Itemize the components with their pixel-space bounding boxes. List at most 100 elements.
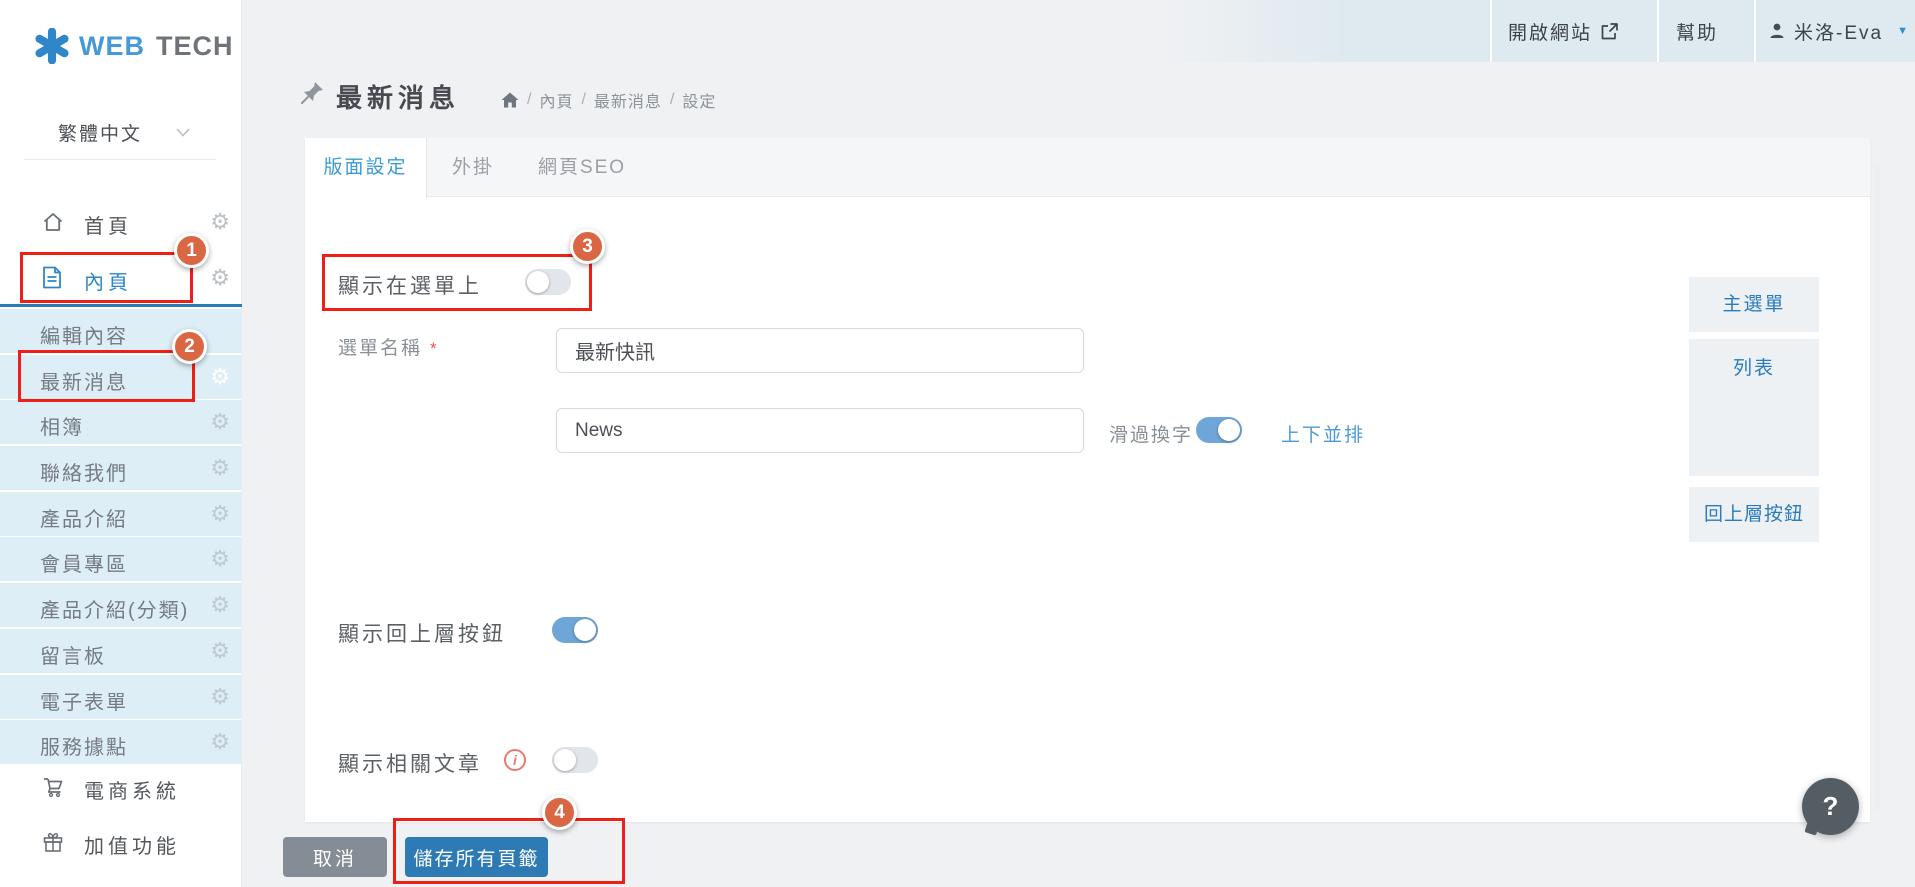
- header-divider: [1657, 0, 1659, 62]
- breadcrumb-separator: /: [581, 91, 585, 109]
- language-value: 繁體中文: [58, 119, 142, 146]
- show-related-articles-label: 顯示相關文章: [338, 748, 482, 778]
- sidebar-subitem-message-board[interactable]: 留言板 ⚙: [0, 629, 242, 673]
- pin-icon: [300, 80, 325, 106]
- preview-back-button[interactable]: 回上層按鈕: [1689, 487, 1819, 542]
- sidebar-item-label: 內頁: [84, 266, 132, 295]
- subitem-label: 服務據點: [40, 731, 128, 760]
- subitem-label: 產品介紹: [40, 503, 128, 532]
- gear-icon[interactable]: ⚙: [210, 503, 230, 525]
- sidebar-subitem-edit-content[interactable]: 編輯內容: [0, 309, 242, 353]
- document-icon: [42, 266, 62, 289]
- subitem-label: 產品介紹(分類): [40, 594, 189, 623]
- breadcrumb-item-inner-pages[interactable]: 內頁: [539, 88, 573, 112]
- sidebar-item-inner-pages[interactable]: 內頁 ⚙: [0, 252, 242, 303]
- subitem-label: 會員專區: [40, 548, 128, 577]
- admin-app: WEB TECH 繁體中文 首頁 ⚙ 內頁 ⚙: [0, 0, 1915, 887]
- subitem-label: 電子表單: [40, 686, 128, 715]
- subitem-label: 聯絡我們: [40, 457, 128, 486]
- sidebar-subitem-product-categories[interactable]: 產品介紹(分類) ⚙: [0, 583, 242, 627]
- sidebar-subitem-members[interactable]: 會員專區 ⚙: [0, 537, 242, 581]
- breadcrumb-item-settings: 設定: [682, 88, 716, 112]
- hover-swap-toggle[interactable]: [1196, 417, 1242, 443]
- user-icon: [1768, 22, 1786, 40]
- sidebar-subitem-products[interactable]: 產品介紹 ⚙: [0, 492, 242, 536]
- preview-list-button[interactable]: 列表: [1689, 339, 1819, 476]
- gift-icon: [42, 831, 64, 853]
- sidebar-subitem-service-locations[interactable]: 服務據點 ⚙: [0, 720, 242, 764]
- gear-icon[interactable]: ⚙: [210, 548, 230, 570]
- user-name: 米洛-Eva: [1794, 18, 1883, 45]
- sidebar-item-ecommerce[interactable]: 電商系統: [0, 763, 242, 811]
- gear-icon[interactable]: ⚙: [210, 411, 230, 433]
- brand-logo: WEB TECH: [34, 28, 234, 64]
- menu-name-input[interactable]: [556, 328, 1084, 373]
- sidebar-item-addons[interactable]: 加值功能: [0, 818, 242, 866]
- sidebar-item-home[interactable]: 首頁 ⚙: [0, 198, 242, 246]
- active-section-underline: [0, 304, 242, 307]
- show-related-articles-toggle[interactable]: [552, 747, 598, 773]
- gear-icon[interactable]: ⚙: [210, 211, 230, 233]
- caret-down-icon: ▼: [1897, 25, 1908, 37]
- user-menu[interactable]: 米洛-Eva ▼: [1768, 0, 1908, 62]
- info-icon[interactable]: i: [504, 749, 526, 771]
- gear-icon[interactable]: ⚙: [210, 686, 230, 708]
- sidebar-subitem-album[interactable]: 相簿 ⚙: [0, 400, 242, 444]
- save-all-tabs-button[interactable]: 儲存所有頁籤: [405, 837, 548, 877]
- open-site-label: 開啟網站: [1508, 18, 1592, 45]
- tab-seo[interactable]: 網頁SEO: [519, 138, 645, 197]
- header-divider: [1490, 0, 1492, 62]
- tab-layout-settings[interactable]: 版面設定: [305, 138, 427, 198]
- sidebar-divider: [24, 159, 216, 160]
- cancel-button[interactable]: 取消: [283, 837, 387, 877]
- brand-name-secondary: TECH: [156, 31, 234, 62]
- sidebar-subitem-news[interactable]: 最新消息 ⚙: [0, 355, 242, 399]
- menu-name-label: 選單名稱 *: [338, 333, 439, 360]
- gear-icon[interactable]: ⚙: [210, 457, 230, 479]
- tab-plugins[interactable]: 外掛: [427, 138, 519, 197]
- language-selector[interactable]: 繁體中文: [0, 112, 242, 150]
- settings-card: [305, 138, 1870, 822]
- home-icon[interactable]: [501, 92, 519, 108]
- subitem-label: 留言板: [40, 640, 106, 669]
- open-site-button[interactable]: 開啟網站: [1508, 0, 1619, 62]
- help-label: 幫助: [1676, 18, 1718, 45]
- sidebar-item-label: 首頁: [84, 210, 132, 239]
- sidebar-item-label: 加值功能: [84, 830, 180, 859]
- breadcrumb-item-news[interactable]: 最新消息: [594, 88, 662, 112]
- help-bubble-button[interactable]: ?: [1802, 778, 1859, 835]
- gear-icon[interactable]: ⚙: [210, 731, 230, 753]
- logo-asterisk-icon: [34, 28, 70, 64]
- hover-swap-label: 滑過換字: [1109, 420, 1193, 447]
- scrollbar[interactable]: [1874, 165, 1880, 810]
- stack-layout-link[interactable]: 上下並排: [1281, 420, 1365, 447]
- preview-main-menu-button[interactable]: 主選單: [1689, 277, 1819, 332]
- show-back-button-label: 顯示回上層按鈕: [338, 618, 506, 648]
- chevron-down-icon: [176, 128, 190, 137]
- breadcrumb-separator: /: [527, 91, 531, 109]
- brand-name-primary: WEB: [79, 31, 145, 62]
- required-asterisk: *: [430, 339, 439, 358]
- sidebar-subitem-eforms[interactable]: 電子表單 ⚙: [0, 675, 242, 719]
- show-on-menu-toggle[interactable]: [525, 269, 571, 295]
- gear-icon[interactable]: ⚙: [210, 366, 230, 388]
- help-menu-button[interactable]: 幫助: [1676, 0, 1718, 62]
- menu-name-label-text: 選單名稱: [338, 338, 422, 359]
- menu-name-english-input[interactable]: [556, 408, 1084, 453]
- cart-icon: [42, 776, 65, 798]
- show-on-menu-label: 顯示在選單上: [338, 270, 482, 300]
- subitem-label: 最新消息: [40, 366, 128, 395]
- subitem-label: 編輯內容: [40, 320, 128, 349]
- show-back-button-toggle[interactable]: [552, 617, 598, 643]
- sidebar-item-label: 電商系統: [84, 775, 180, 804]
- sidebar-subitem-contact[interactable]: 聯絡我們 ⚙: [0, 446, 242, 490]
- gear-icon[interactable]: ⚙: [210, 640, 230, 662]
- gear-icon[interactable]: ⚙: [210, 267, 230, 289]
- gear-icon[interactable]: ⚙: [210, 594, 230, 616]
- subitem-label: 相簿: [40, 411, 84, 440]
- page-title: 最新消息: [336, 78, 460, 115]
- sidebar-submenu: 編輯內容 最新消息 ⚙ 相簿 ⚙ 聯絡我們 ⚙ 產品介紹 ⚙ 會員專區 ⚙: [0, 309, 242, 766]
- header-divider: [1754, 0, 1756, 62]
- home-icon: [42, 211, 64, 233]
- breadcrumb: / 內頁 / 最新消息 / 設定: [501, 88, 716, 112]
